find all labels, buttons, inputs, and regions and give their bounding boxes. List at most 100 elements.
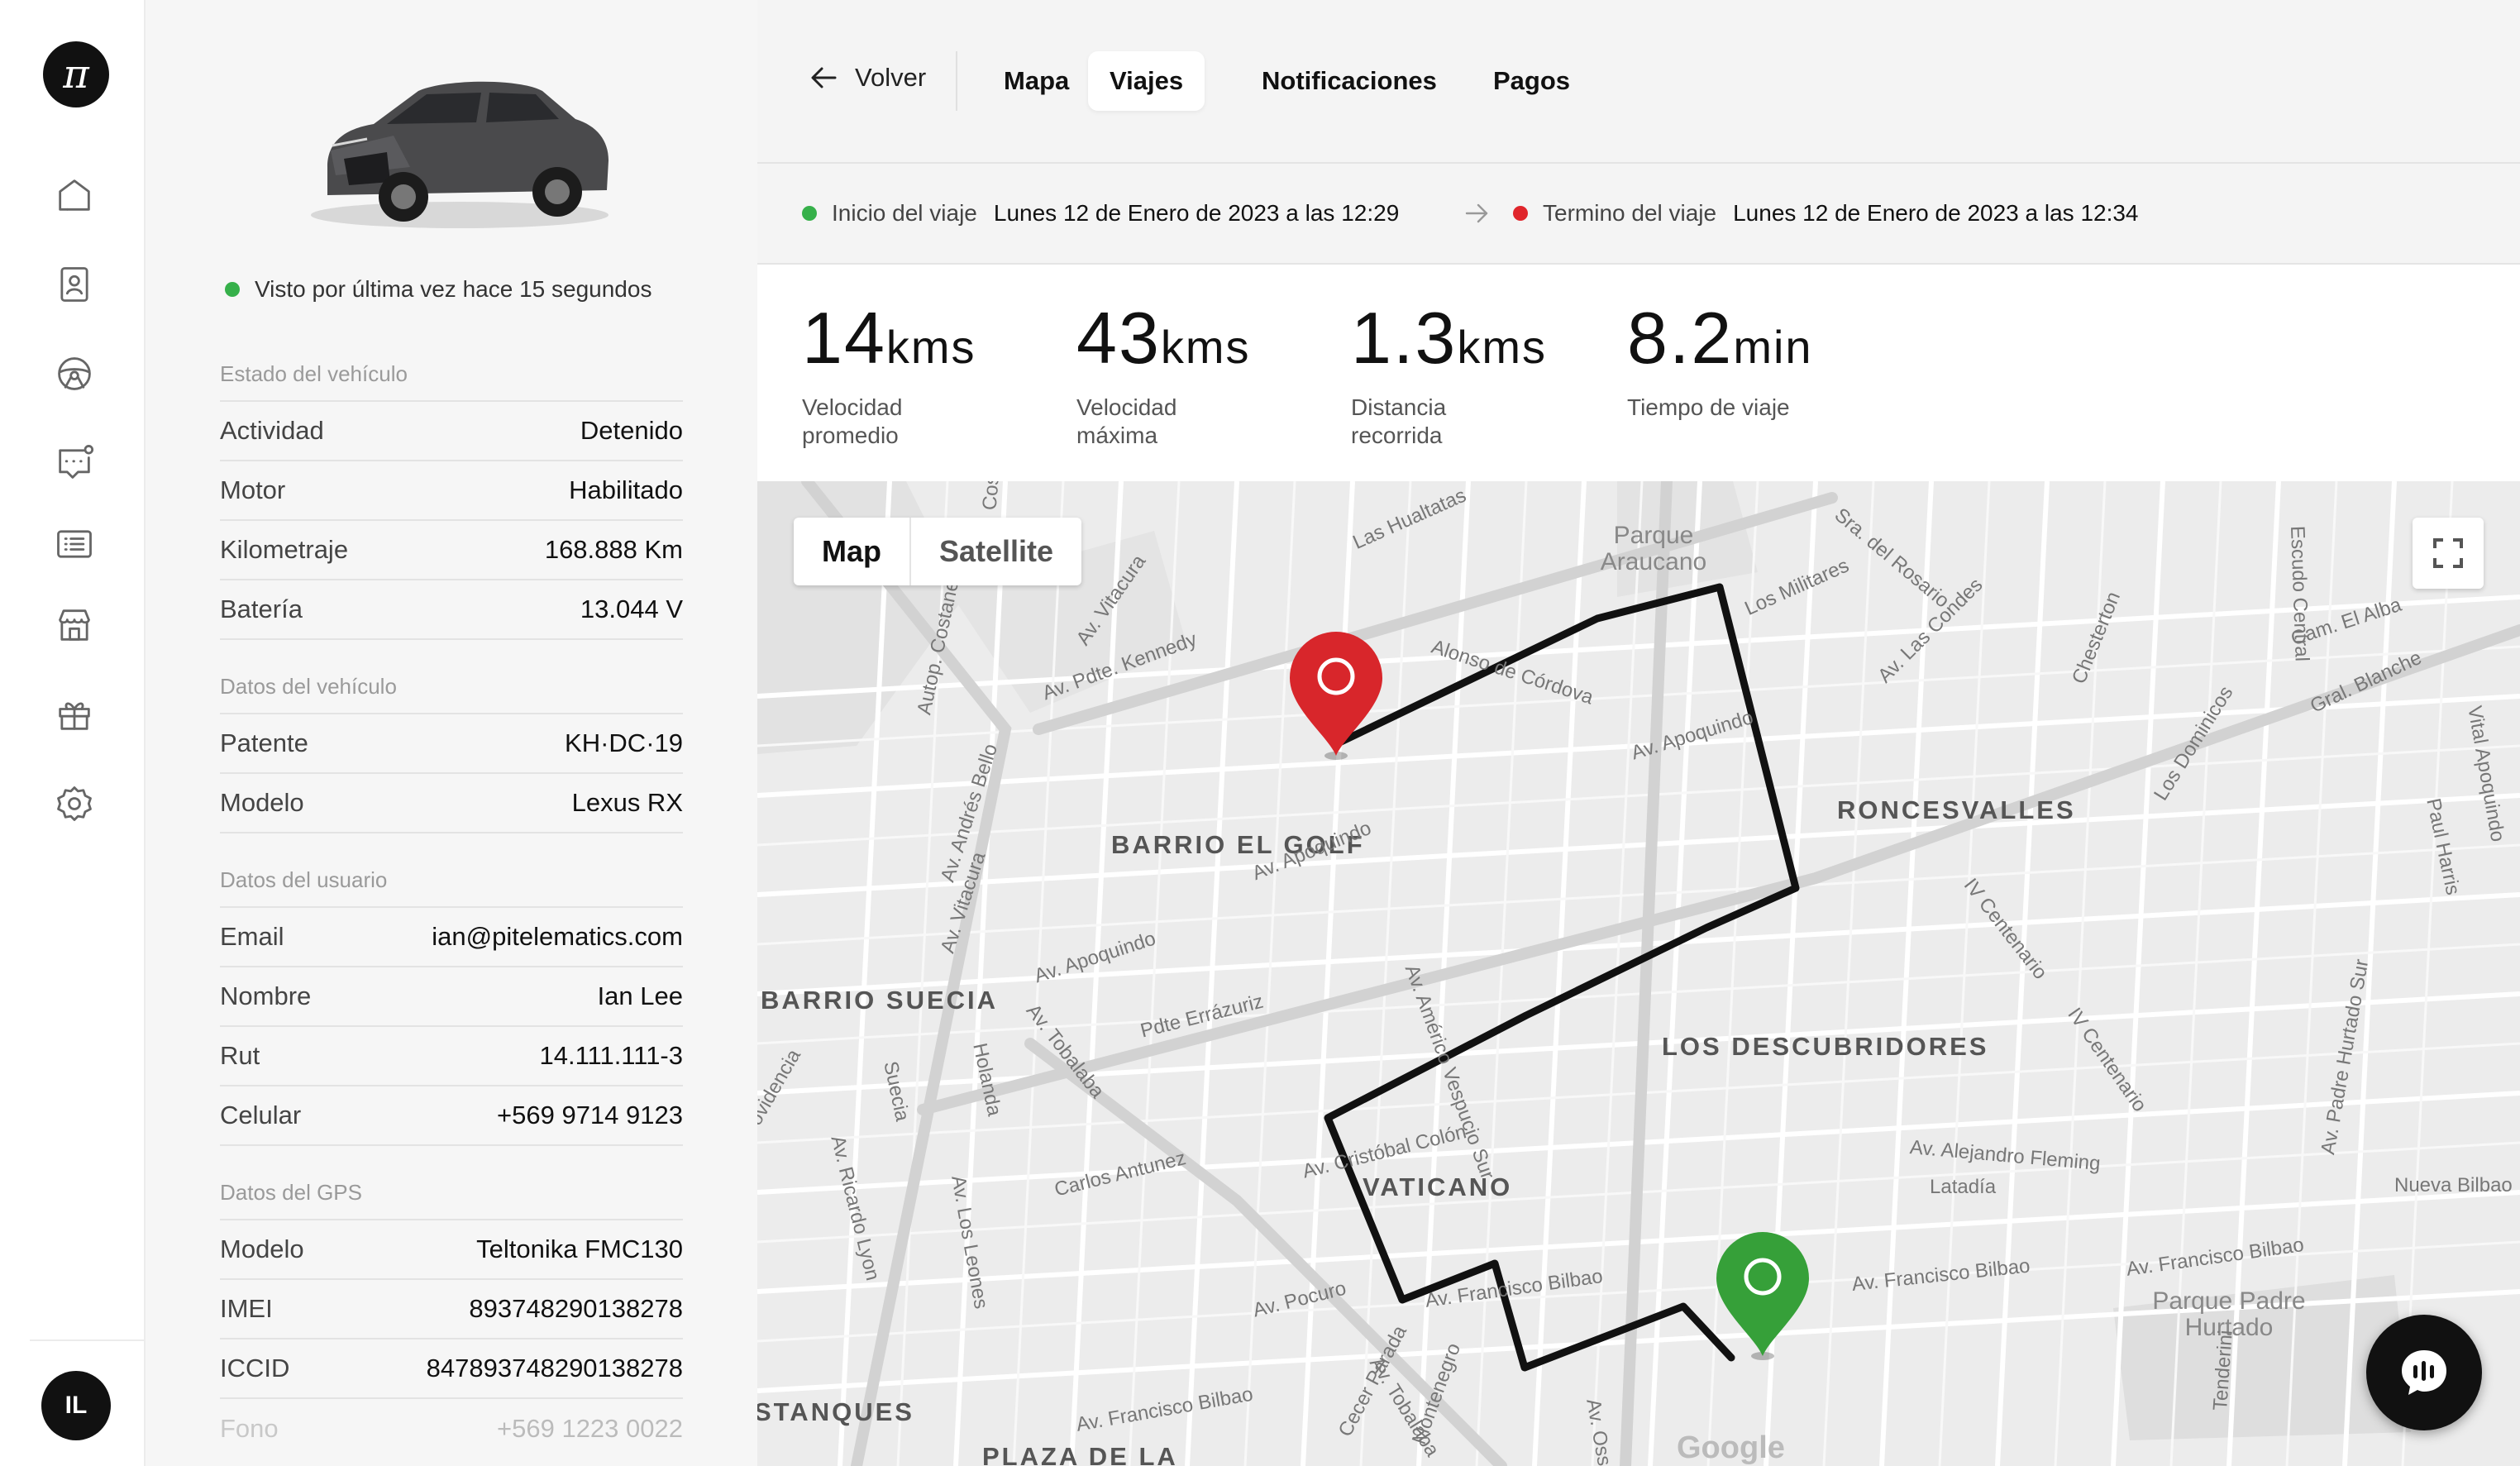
info-value: 13.044 V (580, 595, 683, 623)
online-status-dot (225, 282, 240, 297)
end-dot (1513, 206, 1528, 221)
map-type-map-button[interactable]: Map (794, 518, 909, 585)
info-row: Nombre Ian Lee (220, 967, 683, 1027)
trip-map[interactable]: BARRIO EL GOLF RONCESVALLES BARRIO SUECI… (757, 481, 2520, 1466)
arrow-right-icon (1462, 198, 1491, 228)
tab-notificaciones[interactable]: Notificaciones (1240, 51, 1458, 111)
map-attribution: Google (1677, 1430, 1785, 1465)
info-value: 14.111.111-3 (539, 1041, 683, 1070)
app-logo[interactable]: π (43, 41, 109, 107)
stat-unit: min (1733, 321, 1813, 373)
tab-pagos[interactable]: Pagos (1472, 51, 1592, 111)
info-row: Fono +569 1223 0022 (220, 1399, 683, 1459)
store-icon[interactable] (48, 599, 101, 652)
stat-unit: kms (1457, 321, 1547, 373)
section-title: Datos del usuario (220, 852, 683, 908)
icon-rail: π IL (0, 0, 146, 1466)
info-label: Nombre (220, 981, 312, 1010)
map-street-label: Nueva Bilbao (2394, 1174, 2513, 1196)
info-row: Kilometraje 168.888 Km (220, 521, 683, 580)
fullscreen-button[interactable] (2413, 518, 2484, 589)
trip-time-bar: Inicio del viaje Lunes 12 de Enero de 20… (757, 164, 2520, 265)
info-row: IMEI 893748290138278 (220, 1280, 683, 1339)
stat-label: Velocidad máxima (1076, 394, 1177, 448)
info-label: Kilometraje (220, 535, 349, 564)
map-neighborhood-label: RONCESVALLES (1837, 795, 2076, 824)
stat-unit: kms (1160, 321, 1251, 373)
map-neighborhood-label: LOS DESCUBRIDORES (1662, 1032, 1989, 1061)
chat-notification-icon[interactable] (48, 437, 101, 489)
map-neighborhood-label: PLAZA DE LA (982, 1442, 1178, 1466)
vehicle-image (311, 81, 609, 228)
list-icon[interactable] (48, 518, 101, 571)
info-label: Rut (220, 1041, 260, 1070)
info-label: Patente (220, 728, 308, 757)
info-row: Celular +569 9714 9123 (220, 1086, 683, 1146)
info-value: Detenido (580, 416, 683, 445)
info-label: ICCID (220, 1354, 290, 1382)
map-place-label: Parque Araucano (1600, 522, 1707, 575)
info-value: Ian Lee (597, 981, 683, 1010)
info-value: ian@pitelematics.com (432, 922, 683, 951)
section-title: Estado del vehículo (220, 346, 683, 402)
start-dot (802, 206, 817, 221)
map-street-label: Escudo Central (2286, 525, 2313, 662)
stat-average-speed: 14kms Velocidad promedio (802, 296, 976, 450)
home-icon[interactable] (48, 169, 101, 222)
info-value: +569 9714 9123 (497, 1101, 683, 1129)
info-value: +569 1223 0022 (497, 1414, 683, 1443)
chat-support-button[interactable] (2366, 1315, 2482, 1430)
info-value: KH·DC·19 (565, 728, 683, 757)
gift-icon[interactable] (48, 688, 101, 741)
last-seen-status: Visto por última vez hace 15 segundos (225, 276, 651, 303)
section-title: Datos del GPS (220, 1164, 683, 1220)
info-row: Motor Habilitado (220, 461, 683, 521)
back-label: Volver (855, 63, 927, 92)
section-title: Datos del vehículo (220, 658, 683, 714)
map-type-satellite-button[interactable]: Satellite (909, 518, 1081, 585)
top-nav: Volver Mapa Viajes Notificaciones Pagos (757, 0, 2520, 164)
info-row: Actividad Detenido (220, 402, 683, 461)
nav-divider (956, 51, 957, 111)
info-row: Modelo Lexus RX (220, 774, 683, 833)
info-value: Lexus RX (571, 788, 683, 817)
user-data-section: Datos del usuario Email ian@pitelematics.… (220, 852, 683, 1146)
arrow-left-icon (811, 67, 837, 88)
stat-value: 8.2 (1627, 297, 1734, 379)
fullscreen-icon (2433, 538, 2463, 568)
contact-card-icon[interactable] (48, 258, 101, 311)
trip-end-label: Termino del viaje (1543, 200, 1717, 226)
trip-start-value: Lunes 12 de Enero de 2023 a las 12:29 (993, 200, 1400, 226)
stat-max-speed: 43kms Velocidad máxima (1076, 296, 1251, 450)
user-avatar[interactable]: IL (41, 1371, 111, 1440)
info-label: IMEI (220, 1294, 273, 1323)
rail-divider (30, 1339, 144, 1341)
info-row: ICCID 847893748290138278 (220, 1339, 683, 1399)
settings-icon[interactable] (48, 777, 101, 830)
trip-start: Inicio del viaje Lunes 12 de Enero de 20… (802, 200, 1399, 227)
last-seen-text: Visto por última vez hace 15 segundos (255, 276, 652, 302)
info-label: Modelo (220, 788, 304, 817)
trip-end: Termino del viaje Lunes 12 de Enero de 2… (1513, 200, 2139, 227)
info-label: Actividad (220, 416, 324, 445)
trip-stats: 14kms Velocidad promedio 43kms Velocidad… (757, 265, 2520, 481)
info-value: 847893748290138278 (426, 1354, 683, 1382)
info-value: 893748290138278 (469, 1294, 683, 1323)
info-value: Teltonika FMC130 (476, 1234, 683, 1263)
map-neighborhood-label: STANQUES (757, 1397, 914, 1426)
stat-label: Velocidad promedio (802, 394, 903, 448)
map-neighborhood-label: BARRIO SUECIA (761, 986, 999, 1015)
steering-wheel-icon[interactable] (48, 347, 101, 400)
tab-mapa[interactable]: Mapa (982, 51, 1091, 111)
info-label: Batería (220, 595, 303, 623)
gps-data-section: Datos del GPS Modelo Teltonika FMC130 IME… (220, 1164, 683, 1459)
tab-viajes[interactable]: Viajes (1088, 51, 1205, 111)
info-row: Patente KH·DC·19 (220, 714, 683, 774)
info-value: 168.888 Km (544, 535, 683, 564)
back-button[interactable]: Volver (807, 61, 926, 94)
info-label: Email (220, 922, 284, 951)
trip-end-value: Lunes 12 de Enero de 2023 a las 12:34 (1733, 200, 2139, 226)
vehicle-info-panel: Visto por última vez hace 15 segundos Es… (146, 0, 757, 1466)
chat-bubble-icon (2402, 1350, 2446, 1395)
main-content: Volver Mapa Viajes Notificaciones Pagos … (757, 0, 2520, 1466)
